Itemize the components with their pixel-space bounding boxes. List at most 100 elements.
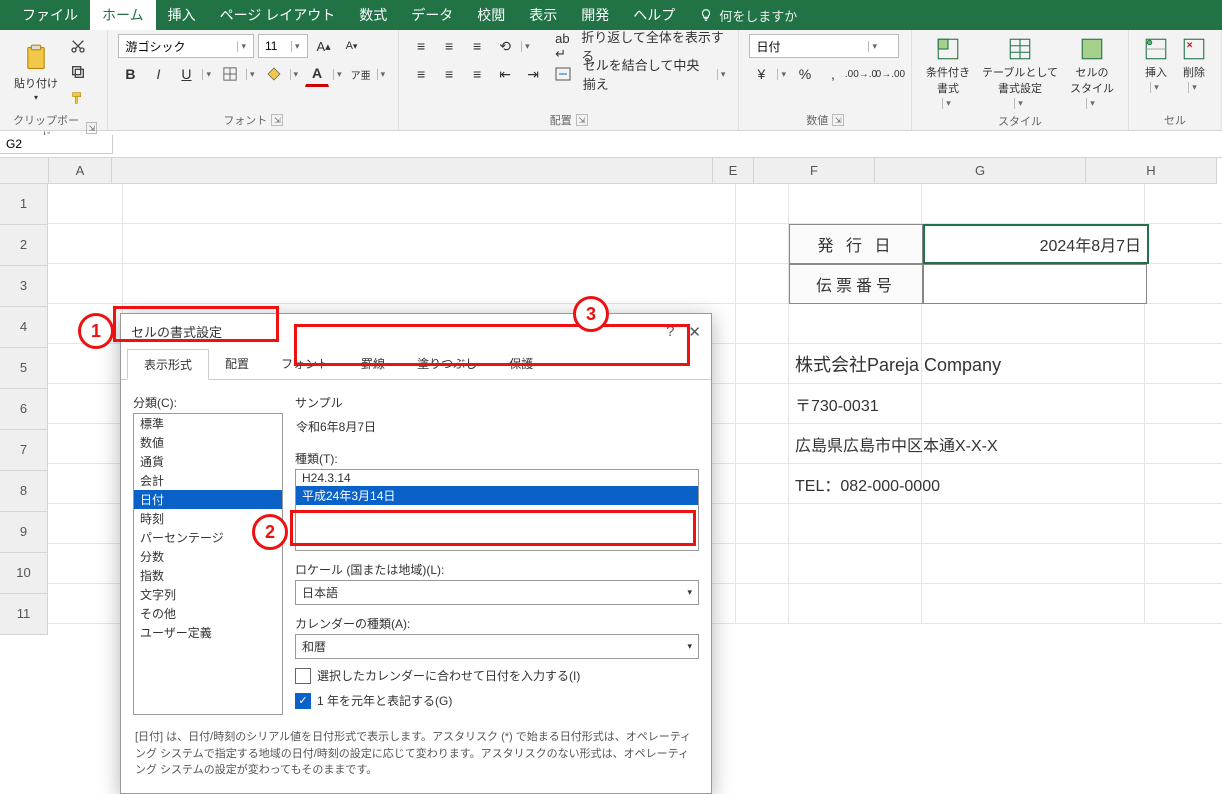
row-header[interactable]: 2 (0, 225, 48, 266)
tab-review[interactable]: 校閲 (465, 0, 517, 30)
tab-view[interactable]: 表示 (517, 0, 569, 30)
cell-F6[interactable]: 〒730-0031 (789, 384, 922, 424)
increase-decimal-icon[interactable]: .00→.0 (849, 62, 873, 86)
dialog-launcher-icon[interactable]: ⇲ (86, 122, 97, 134)
select-all[interactable] (0, 158, 49, 184)
list-item[interactable]: 分数 (134, 547, 282, 566)
cell-G2-selected[interactable]: 2024年8月7日 (923, 224, 1149, 264)
dlg-tab-border[interactable]: 罫線 (345, 349, 401, 379)
col-header-H[interactable]: H (1086, 158, 1217, 184)
font-name-combo[interactable]: ▾ (118, 34, 254, 58)
row-header[interactable]: 4 (0, 307, 48, 348)
tab-pagelayout[interactable]: ページ レイアウト (208, 0, 348, 30)
align-center-icon[interactable]: ≡ (437, 62, 461, 86)
indent-increase-icon[interactable]: ⇥ (521, 62, 545, 86)
increase-font-icon[interactable]: A▴ (312, 34, 336, 58)
list-item[interactable]: 指数 (134, 566, 282, 585)
align-right-icon[interactable]: ≡ (465, 62, 489, 86)
cell-G3[interactable] (923, 264, 1147, 304)
cell-F5[interactable]: 株式会社Pareja Company (789, 344, 922, 384)
dlg-tab-font[interactable]: フォント (265, 349, 345, 379)
category-listbox[interactable]: 標準 数値 通貨 会計 日付 時刻 パーセンテージ 分数 指数 文字列 その他 … (133, 413, 283, 715)
tab-dev[interactable]: 開発 (569, 0, 621, 30)
type-listbox[interactable]: H24.3.14 平成24年3月14日 (295, 469, 699, 551)
cut-icon[interactable] (66, 34, 90, 58)
dlg-tab-fill[interactable]: 塗りつぶし (401, 349, 493, 379)
underline-button[interactable]: U (174, 62, 198, 86)
format-table-button[interactable]: テーブルとして 書式設定▾ (978, 34, 1062, 111)
dialog-launcher-icon[interactable]: ⇲ (832, 114, 844, 126)
row-header[interactable]: 8 (0, 471, 48, 512)
align-middle-icon[interactable]: ≡ (437, 34, 461, 58)
list-item-selected[interactable]: 平成24年3月14日 (296, 486, 698, 505)
format-painter-icon[interactable] (66, 86, 90, 110)
insert-cells-button[interactable]: 挿入▾ (1139, 34, 1173, 95)
font-size-combo[interactable]: ▾ (258, 34, 308, 58)
orientation-icon[interactable]: ⟲ (493, 34, 517, 58)
dialog-launcher-icon[interactable]: ⇲ (576, 114, 588, 126)
chevron-down-icon[interactable]: ▾ (777, 69, 789, 80)
bold-button[interactable]: B (118, 62, 142, 86)
currency-icon[interactable]: ¥ (749, 62, 773, 86)
cell-F8[interactable]: TEL：082-000-0000 (789, 464, 922, 504)
fill-color-icon[interactable] (262, 62, 286, 86)
dialog-launcher-icon[interactable]: ⇲ (271, 114, 283, 126)
align-left-icon[interactable]: ≡ (409, 62, 433, 86)
merge-center-button[interactable]: セルを結合して中央揃え ▾ (555, 62, 728, 86)
decrease-decimal-icon[interactable]: .0→.00 (877, 62, 901, 86)
row-header[interactable]: 7 (0, 430, 48, 471)
chevron-down-icon[interactable]: ▾ (290, 69, 302, 80)
ruby-icon[interactable]: ア亜 (349, 62, 373, 86)
decrease-font-icon[interactable]: A▾ (340, 34, 364, 58)
tab-insert[interactable]: 挿入 (156, 0, 208, 30)
cell-F7[interactable]: 広島県広島市中区本通X-X-X (789, 424, 922, 464)
dlg-tab-number[interactable]: 表示形式 (127, 349, 209, 380)
list-item[interactable]: 会計 (134, 471, 282, 490)
conditional-format-button[interactable]: 条件付き 書式▾ (922, 34, 974, 111)
locale-select[interactable]: 日本語▾ (295, 580, 699, 605)
row-header[interactable]: 1 (0, 184, 48, 225)
calendar-select[interactable]: 和暦▾ (295, 634, 699, 659)
list-item[interactable]: H24.3.14 (296, 470, 698, 486)
tell-me-search[interactable]: 何をしますか (687, 6, 809, 25)
dlg-tab-align[interactable]: 配置 (209, 349, 265, 379)
cell-F2[interactable]: 発 行 日 (789, 224, 923, 264)
row-header[interactable]: 11 (0, 594, 48, 635)
row-header[interactable]: 5 (0, 348, 48, 389)
tab-file[interactable]: ファイル (10, 0, 90, 30)
row-header[interactable]: 10 (0, 553, 48, 594)
row-header[interactable]: 6 (0, 389, 48, 430)
chevron-down-icon[interactable]: ▾ (521, 41, 533, 52)
name-box[interactable] (0, 135, 113, 154)
list-item[interactable]: ユーザー定義 (134, 623, 282, 642)
tab-formula[interactable]: 数式 (347, 0, 399, 30)
border-icon[interactable] (218, 62, 242, 86)
col-header-G[interactable]: G (875, 158, 1086, 184)
indent-decrease-icon[interactable]: ⇤ (493, 62, 517, 86)
percent-icon[interactable]: % (793, 62, 817, 86)
chevron-down-icon[interactable]: ▾ (333, 69, 345, 80)
comma-icon[interactable]: , (821, 62, 845, 86)
list-item[interactable]: 通貨 (134, 452, 282, 471)
chevron-down-icon[interactable]: ▾ (377, 69, 389, 80)
paste-button[interactable]: 貼り付け ▾ (10, 41, 62, 104)
col-header-F[interactable]: F (754, 158, 875, 184)
chevron-down-icon[interactable]: ▾ (246, 69, 258, 80)
align-top-icon[interactable]: ≡ (409, 34, 433, 58)
list-item[interactable]: その他 (134, 604, 282, 623)
chevron-down-icon[interactable]: ▾ (202, 69, 214, 80)
list-item-selected[interactable]: 日付 (134, 490, 282, 509)
copy-icon[interactable] (66, 60, 90, 84)
tab-data[interactable]: データ (399, 0, 465, 30)
dialog-title-bar[interactable]: セルの書式設定 ?✕ (121, 314, 711, 349)
list-item[interactable]: 文字列 (134, 585, 282, 604)
chk-input-calendar[interactable]: 選択したカレンダーに合わせて日付を入力する(I) (295, 667, 699, 684)
chk-gannen[interactable]: ✓1 年を元年と表記する(G) (295, 692, 699, 709)
col-header-A[interactable]: A (49, 158, 112, 184)
number-format-combo[interactable]: ▾ (749, 34, 899, 58)
col-header-E[interactable]: E (713, 158, 754, 184)
cell-styles-button[interactable]: セルの スタイル▾ (1066, 34, 1118, 111)
cell-F3[interactable]: 伝票番号 (789, 264, 923, 304)
delete-cells-button[interactable]: 削除▾ (1177, 34, 1211, 95)
list-item[interactable]: 数値 (134, 433, 282, 452)
